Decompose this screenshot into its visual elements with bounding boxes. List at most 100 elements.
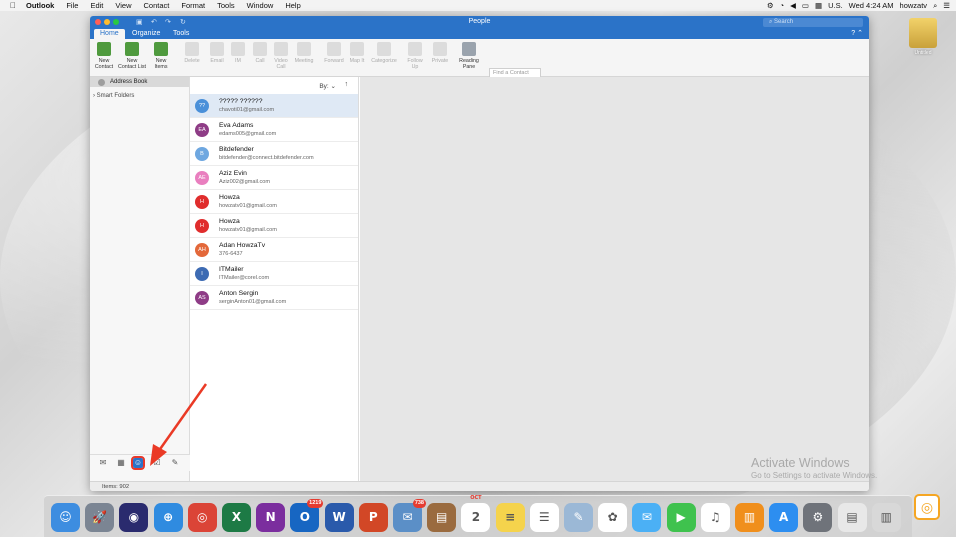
spotlight-search-icon[interactable]: ⌕ (933, 1, 937, 11)
ribbon-button-label: Meeting (294, 58, 314, 64)
onenote-dock-icon[interactable]: N (256, 503, 286, 532)
contact-row[interactable]: H Howza howzatv01@gmail.com (190, 214, 358, 238)
ribbon-button-label: Video Call (274, 58, 288, 70)
outlook-dock-icon[interactable]: O 1219 (290, 499, 324, 532)
contact-row[interactable]: I ITMailer ITMailer@corel.com (190, 262, 358, 286)
finder-dock-icon[interactable]: ☺ (51, 503, 80, 532)
volume-icon[interactable]: ◀ (790, 1, 796, 10)
ribbon-button-label: New Items (154, 58, 168, 70)
contact-row[interactable]: EA Eva Adams edams005@gmail.com (190, 118, 358, 142)
sort-direction-icon[interactable]: ↑ (345, 81, 349, 88)
ribbon-button-label: Categorize (371, 58, 397, 64)
drive-icon[interactable] (909, 18, 937, 48)
messages-dock-icon[interactable]: ✉ (632, 503, 662, 532)
contact-avatar: AH (195, 243, 209, 257)
ribbon-new-contact-list-button[interactable]: New Contact List (118, 42, 146, 70)
word-dock-icon[interactable]: W (324, 503, 354, 532)
contact-detail: edams005@gmail.com (219, 131, 277, 137)
contact-name: Howza (219, 218, 240, 225)
calendar-dock-icon[interactable]: 2 OCT (461, 495, 491, 532)
contact-row[interactable]: AE Aziz Evin Aziz002@gmail.com (190, 166, 358, 190)
photos-icon: ✿ (607, 510, 618, 524)
itunes-dock-icon[interactable]: ♫ (700, 503, 730, 532)
ribbon-categorize-button[interactable]: Categorize (370, 42, 398, 64)
accessibility-icon[interactable]: ◎ (914, 494, 940, 520)
contact-avatar: AE (195, 171, 209, 185)
ribbon-meeting-button[interactable]: Meeting (290, 42, 318, 64)
tab-home[interactable]: Home (94, 29, 125, 39)
sidebar-item-address-book[interactable]: Address Book (90, 77, 189, 87)
tab-tools[interactable]: Tools (167, 29, 195, 39)
watermark-subtitle: Go to Settings to activate Windows. (751, 471, 878, 480)
excel-icon: X (231, 510, 242, 524)
ribbon-follow-up-button[interactable]: Follow Up (401, 42, 429, 70)
preview-dock-icon[interactable]: ✉ 738 (393, 499, 426, 532)
system-preferences-dock-icon[interactable]: ⚙ (803, 503, 833, 532)
input-locale[interactable]: U.S. (828, 1, 843, 10)
ribbon-reading-pane-button[interactable]: Reading Pane (455, 42, 483, 70)
sort-by-dropdown[interactable]: By: ⌄ (319, 82, 336, 90)
menu-help[interactable]: Help (285, 1, 300, 10)
contact-row[interactable]: AS Anton Sergin serginAnton01@gmail.com (190, 286, 358, 310)
photos-dock-icon[interactable]: ✿ (598, 503, 628, 532)
wifi-icon[interactable]: ◔ (780, 1, 785, 10)
menu-format[interactable]: Format (181, 1, 205, 10)
contact-row[interactable]: B Bitdefender bitdefender@connect.bitdefen… (190, 142, 358, 166)
contact-row[interactable]: ?? ????? ?????? chavoti01@gmail.com (190, 94, 358, 118)
downloads-document-dock-icon[interactable]: ▤ (837, 503, 867, 532)
search-input[interactable]: ⌕ Search (763, 18, 863, 27)
notebook-dock-icon[interactable]: ▤ (427, 503, 457, 532)
categorize-icon (377, 42, 391, 56)
ribbon-button-label: Delete (184, 58, 200, 64)
forward-icon (327, 42, 341, 56)
contact-detail: serginAnton01@gmail.com (219, 299, 287, 305)
downloads-document-icon: ▤ (846, 510, 858, 524)
display-icon[interactable]: ▭ (802, 1, 809, 10)
help-label: ? (851, 30, 856, 37)
ibooks-icon: ▥ (743, 510, 756, 524)
menu-tools[interactable]: Tools (217, 1, 235, 10)
contact-row[interactable]: H Howza howzatv01@gmail.com (190, 190, 358, 214)
reminders-dock-icon[interactable]: ☰ (529, 503, 559, 532)
menu-contact[interactable]: Contact (144, 1, 170, 10)
clock[interactable]: Wed 4:24 AM (849, 1, 894, 10)
user-name[interactable]: howzatv (900, 1, 928, 10)
app-store-dock-icon[interactable]: A (769, 503, 799, 532)
safari-dock-icon[interactable]: ⊕ (153, 503, 183, 532)
siri-dock-icon[interactable]: ◉ (119, 503, 149, 532)
facetime-dock-icon[interactable]: ▶ (666, 503, 696, 532)
app-store-icon: A (779, 510, 789, 524)
contact-avatar: AS (195, 291, 209, 305)
calendar-icon[interactable]: ▦ (116, 458, 126, 468)
menu-app-name[interactable]: Outlook (26, 1, 54, 10)
status-tray-icon[interactable]: ⚙ (767, 1, 774, 10)
excel-dock-icon[interactable]: X (222, 503, 251, 532)
help-icon[interactable]: ? ⌃ (851, 29, 863, 39)
flag-icon[interactable]: ▦ (815, 1, 822, 10)
mail-icon[interactable]: ✉ (98, 458, 108, 468)
menu-view[interactable]: View (115, 1, 131, 10)
ibooks-dock-icon[interactable]: ▥ (735, 503, 764, 532)
ribbon-map-button[interactable]: Map It (343, 42, 371, 64)
tab-organize[interactable]: Organize (126, 29, 166, 39)
photo-utility-dock-icon[interactable]: ✎ (564, 503, 593, 532)
ribbon-new-contact-button[interactable]: New Contact (90, 42, 118, 70)
ribbon-new-items-button[interactable]: New Items (147, 42, 175, 70)
notebook-icon: ▤ (436, 510, 448, 524)
chrome-dock-icon[interactable]: ◎ (187, 503, 217, 532)
menu-file[interactable]: File (66, 1, 78, 10)
ribbon-private-button[interactable]: Private (426, 42, 454, 64)
sidebar-item-smart-folders[interactable]: › Smart Folders (90, 93, 189, 99)
launchpad-dock-icon[interactable]: 🚀 (85, 503, 115, 532)
ribbon-delete-button[interactable]: Delete (178, 42, 206, 64)
contact-name: Bitdefender (219, 146, 254, 153)
menu-edit[interactable]: Edit (90, 1, 103, 10)
notes-dock-icon[interactable]: ≡ (495, 503, 525, 532)
apple-menu-icon[interactable]:  (10, 1, 16, 10)
video-call-icon (274, 42, 288, 56)
trash-dock-icon[interactable]: ▥ (871, 503, 901, 532)
menu-window[interactable]: Window (247, 1, 274, 10)
notification-center-icon[interactable]: ☰ (943, 1, 950, 10)
powerpoint-dock-icon[interactable]: P (358, 503, 388, 532)
contact-row[interactable]: AH Adan HowzaTv 376-6437 (190, 238, 358, 262)
